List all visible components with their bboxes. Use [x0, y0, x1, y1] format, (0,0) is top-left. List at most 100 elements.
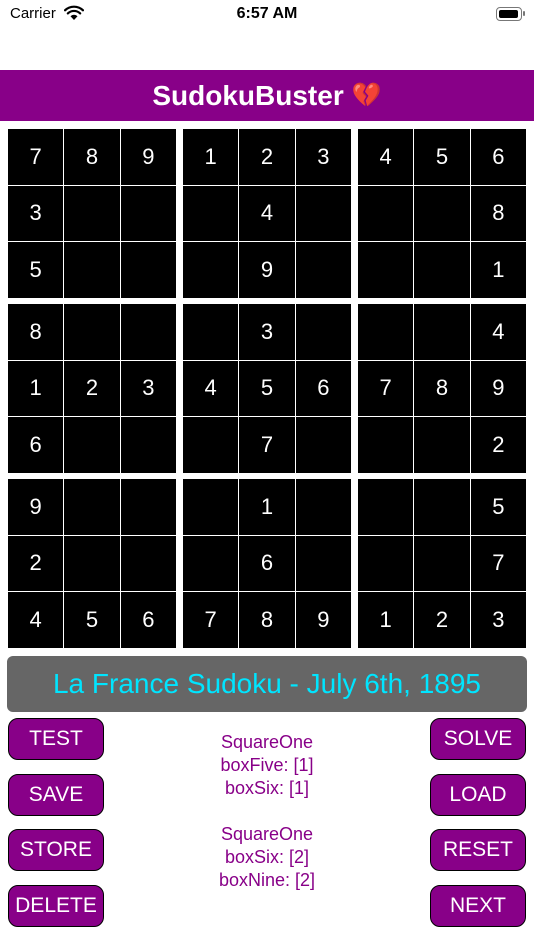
- sudoku-cell[interactable]: [358, 535, 414, 592]
- sudoku-grid: 7893512349456818123634567478929245616789…: [8, 129, 526, 648]
- sudoku-cell[interactable]: [295, 417, 351, 473]
- sudoku-cell[interactable]: [120, 479, 176, 535]
- sudoku-cell[interactable]: 2: [8, 535, 64, 592]
- sudoku-cell[interactable]: [120, 417, 176, 473]
- sudoku-cell[interactable]: 4: [358, 129, 414, 185]
- sudoku-cell[interactable]: [64, 304, 120, 360]
- sudoku-cell[interactable]: 2: [470, 417, 526, 473]
- sudoku-cell[interactable]: [414, 242, 470, 298]
- sudoku-cell[interactable]: [358, 479, 414, 535]
- app-title-bar: SudokuBuster 💔: [0, 70, 534, 121]
- sudoku-cell[interactable]: 4: [470, 304, 526, 360]
- test-button[interactable]: TEST: [8, 718, 104, 760]
- sudoku-cell[interactable]: [358, 417, 414, 473]
- sudoku-cell[interactable]: [64, 535, 120, 592]
- sudoku-cell[interactable]: 6: [8, 417, 64, 473]
- sudoku-cell[interactable]: 5: [8, 242, 64, 298]
- sudoku-cell[interactable]: [358, 185, 414, 242]
- sudoku-cell[interactable]: 5: [64, 592, 120, 648]
- status-bar: Carrier 6:57 AM: [0, 0, 534, 30]
- load-button[interactable]: LOAD: [430, 774, 526, 816]
- sudoku-cell[interactable]: 1: [8, 360, 64, 417]
- sudoku-cell[interactable]: 6: [295, 360, 351, 417]
- sudoku-cell[interactable]: 8: [414, 360, 470, 417]
- sudoku-cell[interactable]: [414, 417, 470, 473]
- sudoku-cell[interactable]: [120, 185, 176, 242]
- sudoku-cell[interactable]: 2: [239, 129, 295, 185]
- sudoku-cell[interactable]: 1: [239, 479, 295, 535]
- sudoku-cell[interactable]: 1: [470, 242, 526, 298]
- sudoku-cell[interactable]: 4: [8, 592, 64, 648]
- sudoku-cell[interactable]: [64, 185, 120, 242]
- sudoku-cell[interactable]: [414, 185, 470, 242]
- sudoku-cell[interactable]: 9: [295, 592, 351, 648]
- sudoku-cell[interactable]: [414, 479, 470, 535]
- sudoku-cell[interactable]: 1: [183, 129, 239, 185]
- sudoku-cell[interactable]: [64, 479, 120, 535]
- sudoku-cell[interactable]: [120, 242, 176, 298]
- battery-icon: [496, 7, 525, 21]
- sudoku-cell[interactable]: [64, 242, 120, 298]
- sudoku-cell[interactable]: 1: [358, 592, 414, 648]
- sudoku-cell[interactable]: [295, 242, 351, 298]
- sudoku-cell[interactable]: [120, 535, 176, 592]
- sudoku-cell[interactable]: 5: [414, 129, 470, 185]
- sudoku-cell[interactable]: 8: [8, 304, 64, 360]
- sudoku-cell[interactable]: 4: [239, 185, 295, 242]
- info-line: boxSix: [1]: [224, 778, 310, 798]
- sudoku-cell[interactable]: 2: [414, 592, 470, 648]
- sudoku-cell[interactable]: 9: [239, 242, 295, 298]
- sudoku-cell[interactable]: [414, 535, 470, 592]
- sudoku-cell[interactable]: 5: [470, 479, 526, 535]
- sudoku-cell[interactable]: [183, 535, 239, 592]
- sudoku-cell[interactable]: 8: [64, 129, 120, 185]
- sudoku-cell[interactable]: 6: [120, 592, 176, 648]
- sudoku-cell[interactable]: 9: [470, 360, 526, 417]
- info-line: boxSix: [2]: [224, 847, 310, 867]
- info-line: boxFive: [1]: [220, 755, 314, 775]
- sudoku-cell[interactable]: 9: [120, 129, 176, 185]
- sudoku-cell[interactable]: [64, 417, 120, 473]
- sudoku-cell[interactable]: 7: [358, 360, 414, 417]
- sudoku-cell[interactable]: [295, 479, 351, 535]
- sudoku-cell[interactable]: 8: [470, 185, 526, 242]
- sudoku-cell[interactable]: [295, 185, 351, 242]
- sudoku-cell[interactable]: 9: [8, 479, 64, 535]
- sudoku-cell[interactable]: 7: [470, 535, 526, 592]
- sudoku-cell[interactable]: [358, 304, 414, 360]
- sudoku-cell[interactable]: 7: [8, 129, 64, 185]
- next-button[interactable]: NEXT: [430, 885, 526, 927]
- sudoku-cell[interactable]: 5: [239, 360, 295, 417]
- sudoku-cell[interactable]: [295, 304, 351, 360]
- sudoku-cell[interactable]: [183, 417, 239, 473]
- status-time: 6:57 AM: [236, 5, 298, 22]
- sudoku-cell[interactable]: 8: [239, 592, 295, 648]
- sudoku-cell[interactable]: [120, 304, 176, 360]
- sudoku-cell[interactable]: 2: [64, 360, 120, 417]
- sudoku-cell[interactable]: [183, 242, 239, 298]
- sudoku-cell[interactable]: [183, 304, 239, 360]
- sudoku-cell[interactable]: [183, 185, 239, 242]
- info-line: SquareOne: [220, 824, 314, 844]
- save-button[interactable]: SAVE: [8, 774, 104, 816]
- reset-button[interactable]: RESET: [430, 829, 526, 871]
- sudoku-cell[interactable]: 3: [295, 129, 351, 185]
- sudoku-cell[interactable]: 6: [239, 535, 295, 592]
- sudoku-cell[interactable]: 6: [470, 129, 526, 185]
- sudoku-cell[interactable]: [183, 479, 239, 535]
- info-block: SquareOne boxSix: [2] boxNine: [2]: [150, 823, 384, 892]
- sudoku-cell[interactable]: 3: [120, 360, 176, 417]
- sudoku-cell[interactable]: 3: [8, 185, 64, 242]
- info-block: SquareOne boxFive: [1] boxSix: [1]: [150, 731, 384, 800]
- sudoku-cell[interactable]: 7: [239, 417, 295, 473]
- store-button[interactable]: STORE: [8, 829, 104, 871]
- sudoku-cell[interactable]: 7: [183, 592, 239, 648]
- solve-button[interactable]: SOLVE: [430, 718, 526, 760]
- sudoku-cell[interactable]: [358, 242, 414, 298]
- sudoku-cell[interactable]: 3: [239, 304, 295, 360]
- delete-button[interactable]: DELETE: [8, 885, 104, 927]
- sudoku-cell[interactable]: 4: [183, 360, 239, 417]
- sudoku-cell[interactable]: [414, 304, 470, 360]
- sudoku-cell[interactable]: [295, 535, 351, 592]
- sudoku-cell[interactable]: 3: [470, 592, 526, 648]
